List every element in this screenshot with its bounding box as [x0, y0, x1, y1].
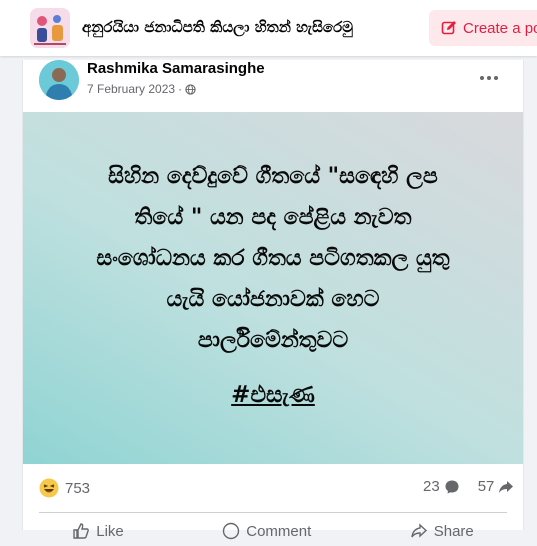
date-separator: · — [178, 82, 183, 96]
share-label: Share — [433, 522, 474, 540]
thumbs-up-icon — [73, 523, 90, 539]
author-name[interactable]: Rashmika Samarasinghe — [87, 60, 265, 77]
divider — [39, 512, 507, 513]
author-photo — [39, 60, 79, 100]
hashtag-link[interactable]: #එසැණ — [23, 382, 523, 408]
comment-label: Comment — [246, 522, 312, 540]
comment-icon — [445, 480, 459, 493]
share-button[interactable]: Share — [410, 516, 474, 546]
more-options-icon[interactable] — [471, 66, 507, 90]
post-text-line: සිහින දෙව්දුවේ ගීතයේ "සඳෙහි ලප — [108, 164, 438, 189]
share-arrow-icon — [499, 480, 514, 493]
post-card: Rashmika Samarasinghe 7 February 2023 · … — [22, 60, 524, 540]
share-count[interactable]: 57 — [478, 478, 495, 495]
group-avatar[interactable] — [30, 8, 70, 48]
post-date-text: 7 February 2023 — [87, 82, 176, 96]
more-dot — [487, 76, 491, 80]
post-text-line: යැයි යෝජනාවක් හෙට — [166, 287, 380, 312]
group-name[interactable]: අනුරයියා ජනාධිපති කියලා හිතන් හැසිරෙමු — [82, 18, 353, 36]
globe-icon — [185, 83, 196, 95]
post-date[interactable]: 7 February 2023 · — [87, 82, 196, 96]
comment-button[interactable]: Comment — [222, 516, 311, 546]
share-icon — [411, 523, 427, 538]
create-post-button[interactable]: Create a post — [429, 10, 537, 46]
comment-outline-icon — [223, 522, 240, 540]
reaction-count: 753 — [65, 479, 91, 497]
edit-icon — [441, 21, 456, 35]
engagement-counts: 23 57 — [423, 478, 514, 495]
group-illustration-icon — [30, 8, 70, 48]
more-dot — [480, 76, 484, 80]
reaction-summary[interactable]: 753 — [39, 478, 90, 498]
post-text-block: සිහින දෙව්දුවේ ගීතයේ "සඳෙහි ලප තියේ " යන… — [23, 112, 523, 361]
comment-count[interactable]: 23 — [423, 478, 440, 495]
haha-emoji-icon — [39, 478, 59, 498]
group-header-bar: අනුරයියා ජනාධිපති කියලා හිතන් හැසිරෙමු C… — [0, 0, 537, 56]
like-label: Like — [96, 522, 124, 540]
post-actions: Like Comment Share — [23, 516, 523, 546]
post-text-line: සංශෝධනය කර ගීතය පටිගතකල යුතු — [96, 246, 450, 271]
like-button[interactable]: Like — [72, 516, 124, 546]
create-post-label: Create a post — [463, 19, 537, 37]
post-text-line: පාර්ලිමේන්තුවට — [197, 328, 349, 353]
avatar[interactable] — [39, 60, 79, 100]
post-text-line: තියේ " යන පද පේළිය නැවත — [134, 205, 412, 230]
more-dot — [494, 76, 498, 80]
